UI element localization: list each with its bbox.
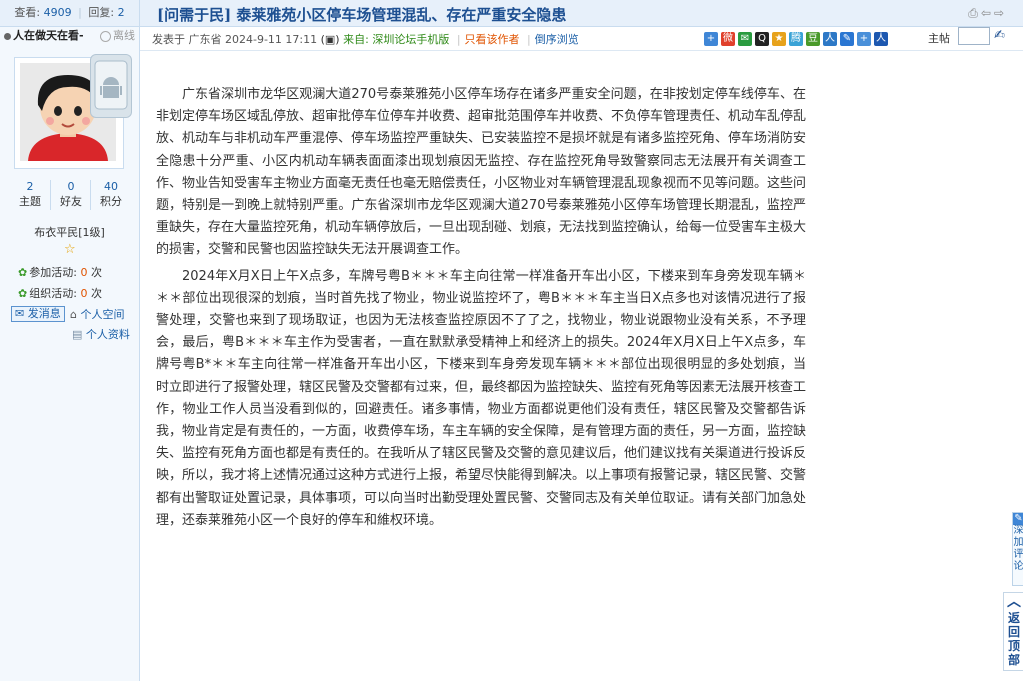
mobile-device-icon: (▣) <box>320 33 340 46</box>
count-friends[interactable]: 0 好友 <box>50 180 91 210</box>
share-toolbar: + 微 ✉ Q ★ 腾豆人 ✎ + 人 <box>704 28 891 46</box>
offline-icon <box>100 30 111 42</box>
print-icon[interactable]: ⎙ <box>968 6 981 20</box>
only-author-link[interactable]: 只看该作者 <box>465 33 520 46</box>
next-thread-icon[interactable]: ⇨ <box>994 6 1007 20</box>
home-icon: ⌂ <box>70 308 77 321</box>
count-threads[interactable]: 2 主题 <box>10 180 50 210</box>
mobile-client-icon <box>90 54 132 118</box>
plus-share-icon[interactable]: + <box>704 31 718 46</box>
offline-status: 离线 <box>100 26 135 46</box>
leaf-icon: ✿ <box>18 287 28 300</box>
user-rank[interactable]: 布衣平民[1级] <box>0 224 139 240</box>
activity-organized: ✿ 组织活动: 0 次 <box>18 287 102 300</box>
views-count: 4909 <box>43 6 72 19</box>
replies-count: 2 <box>117 6 125 19</box>
wechat-icon[interactable]: ✉ <box>738 31 752 46</box>
star-icon: ☆ <box>64 242 76 257</box>
qzone-icon[interactable]: ★ <box>772 31 786 46</box>
kaixin-icon[interactable]: ✎ <box>840 31 854 46</box>
qq-icon[interactable]: Q <box>755 31 769 46</box>
thread-stats: 查看: 4909 | 回复: 2 <box>0 0 139 27</box>
quick-reply-tab[interactable]: ✎ 深加评论 <box>1012 512 1023 586</box>
more-share-icon[interactable]: + <box>857 31 871 46</box>
tencent-icon[interactable]: 腾 <box>789 31 803 46</box>
reverse-order-link[interactable]: 倒序浏览 <box>535 33 579 46</box>
people-share-icon[interactable]: 人 <box>874 31 888 46</box>
renren-icon[interactable]: 人 <box>823 31 837 46</box>
chevron-up-icon: ︿ <box>1007 594 1021 610</box>
post-paragraph: 2024年X月X日上午X点多，车牌号粤B＊＊＊车主向往常一样准备开车出小区，下楼… <box>156 268 807 528</box>
views-label: 查看: <box>14 6 41 19</box>
title-toolbar: ⎙⇦⇨ <box>968 6 1007 21</box>
personal-space-link[interactable]: ⌂ 个人空间 <box>70 306 124 322</box>
mail-icon: ✉ <box>15 307 25 320</box>
send-message-button[interactable]: ✉ 发消息 <box>11 306 65 322</box>
post-source-link[interactable]: 深圳论坛手机版 <box>372 33 449 46</box>
back-to-top-button[interactable]: ︿ 返回顶部 <box>1003 592 1023 671</box>
weibo-icon[interactable]: 微 <box>721 31 735 46</box>
replies-label: 回复: <box>88 6 115 19</box>
count-points[interactable]: 40 积分 <box>90 180 131 210</box>
post-meta: 发表于 广东省 2024-9-11 17:11 (▣) 来自: 深圳论坛手机版 … <box>152 33 579 46</box>
profile-icon: ▤ <box>72 328 83 341</box>
post-paragraph: 广东省深圳市龙华区观澜大道270号泰莱雅苑小区停车场存在诸多严重安全问题，在非按… <box>156 87 807 258</box>
prev-thread-icon[interactable]: ⇦ <box>981 6 994 20</box>
author-row: 人在做天在看- 离线 <box>0 26 139 46</box>
jump-floor-go-icon[interactable]: ✍ <box>994 28 1005 43</box>
leaf-icon: ✿ <box>18 266 28 279</box>
user-counts: 2 主题 0 好友 40 积分 <box>10 180 130 212</box>
status-dot-icon <box>4 32 11 40</box>
post-content: 广东省深圳市龙华区观澜大道270号泰莱雅苑小区停车场存在诸多严重安全问题，在非按… <box>156 84 806 536</box>
jump-floor-input[interactable] <box>958 27 990 45</box>
author-name[interactable]: 人在做天在看- <box>13 29 84 42</box>
activity-joined: ✿ 参加活动: 0 次 <box>18 266 102 279</box>
douban-icon[interactable]: 豆 <box>806 31 820 46</box>
thread-title: [问需于民] 泰莱雅苑小区停车场管理混乱、存在严重安全隐患 <box>157 6 567 24</box>
profile-link[interactable]: ▤ 个人资料 <box>72 326 130 342</box>
edit-icon: ✎ <box>1013 513 1023 525</box>
post-time: 发表于 广东省 2024-9-11 17:11 <box>152 33 318 46</box>
floor-label: 主帖 <box>928 32 950 45</box>
